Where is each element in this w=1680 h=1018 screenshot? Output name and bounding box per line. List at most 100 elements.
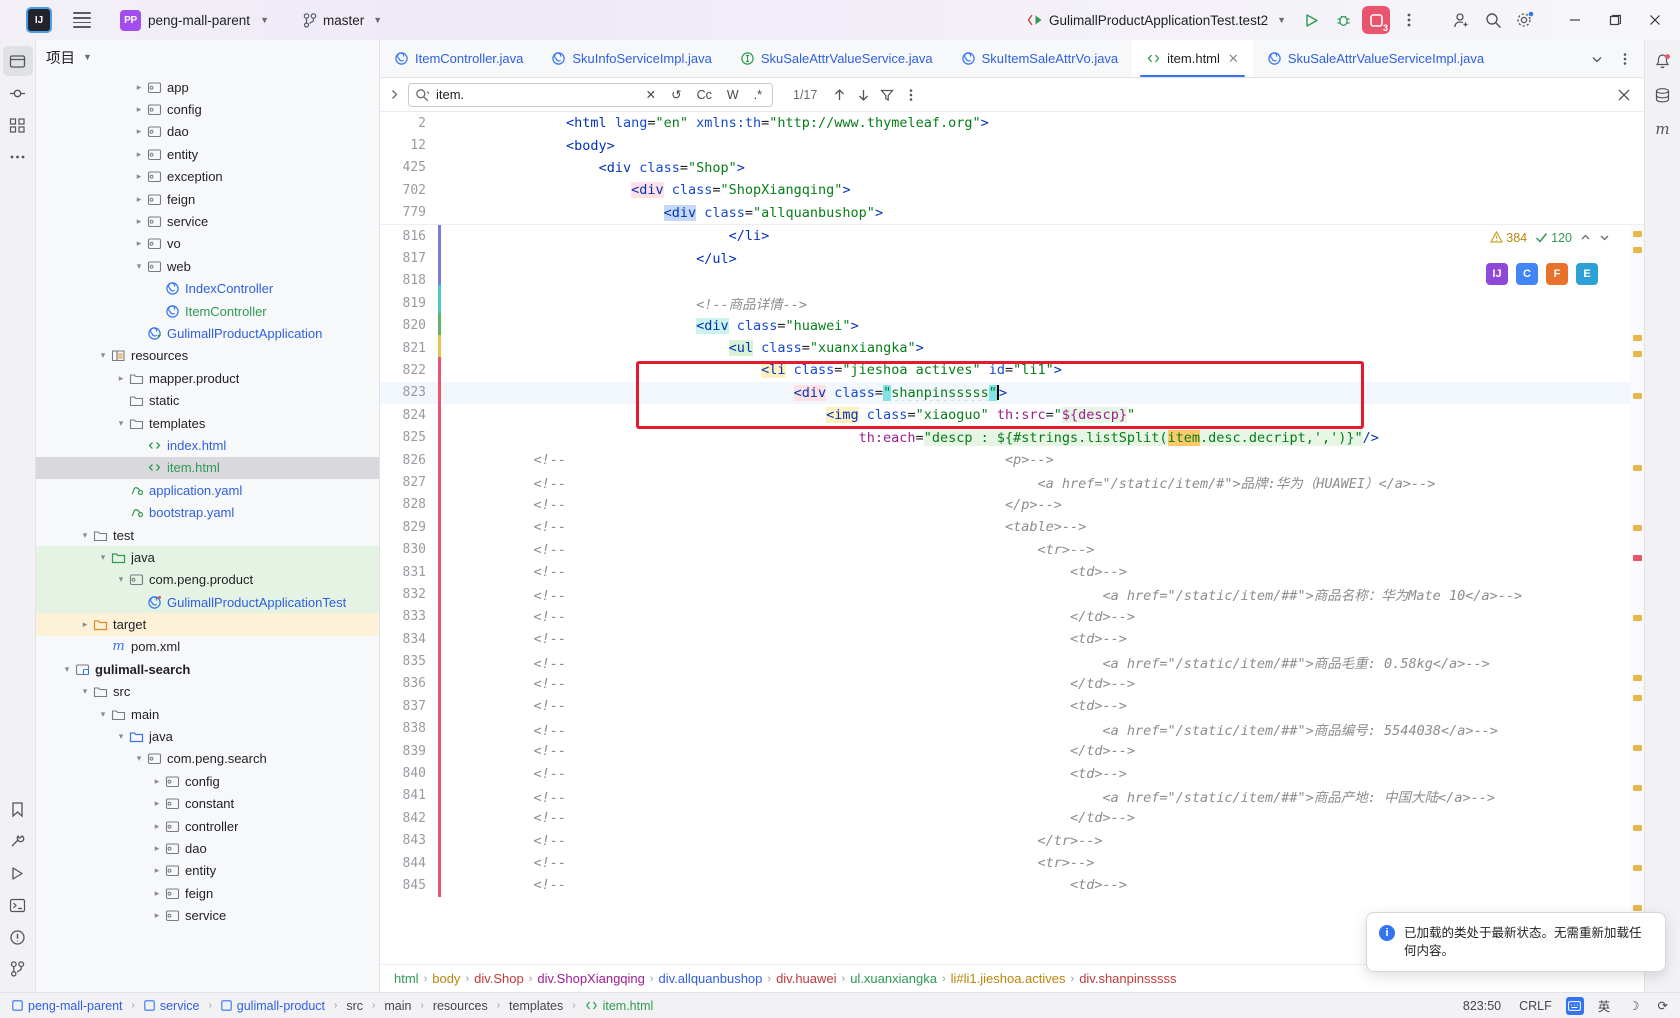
debug-button[interactable] (1330, 7, 1356, 33)
keyboard-icon[interactable] (1565, 996, 1584, 1015)
chevron-right-icon[interactable]: ▸ (132, 171, 146, 182)
chevron-down-icon[interactable]: ▾ (114, 731, 128, 742)
tree-node-target[interactable]: ▸ target (36, 613, 379, 636)
chevron-down-icon[interactable]: ▾ (114, 574, 128, 585)
tree-node-test[interactable]: ▾ test (36, 524, 379, 546)
chevron-right-icon[interactable]: ▸ (150, 888, 164, 899)
code-line[interactable]: 823 <div class="shanpinsssss" > (380, 381, 1644, 405)
chevron-down-icon[interactable]: ▾ (78, 686, 92, 697)
tree-node-main[interactable]: ▾ main (36, 703, 379, 725)
status-path-segment[interactable]: peng-mall-parent (8, 997, 127, 1015)
chevron-down-icon[interactable]: ▾ (132, 261, 146, 272)
code-line[interactable]: 2 <html lang="en" xmlns:th="http://www.t… (380, 112, 1644, 134)
tree-node-index-html[interactable]: index.html (36, 434, 379, 456)
main-menu-icon[interactable] (70, 8, 94, 32)
find-bar[interactable]: ✕ ↺ Cc W .* 1/17 (380, 78, 1644, 112)
chevron-right-icon[interactable]: ▸ (132, 149, 146, 160)
code-line[interactable]: 838 <!-- <a href="/static/item/##">商品编号:… (380, 718, 1644, 740)
project-tool-button[interactable] (2, 46, 33, 76)
caret-position[interactable]: 823:50 (1459, 997, 1505, 1015)
code-line[interactable]: 824 <img class="xiaoguo" th:src="${descp… (380, 404, 1644, 426)
project-tree[interactable]: ▸ app ▸ config ▸ dao ▸ entity ▸ exception ▸ feign ▸ s… (36, 74, 379, 992)
code-line[interactable]: 840 <!-- <td>--> (380, 762, 1644, 784)
run-configuration-selector[interactable]: GulimallProductApplicationTest.test2 ▼ (1021, 10, 1292, 31)
chevron-down-icon[interactable]: ▾ (114, 418, 128, 429)
tree-node-service[interactable]: ▸ service (36, 210, 379, 232)
maximize-window-button[interactable] (1598, 5, 1632, 35)
minimize-window-button[interactable] (1558, 5, 1592, 35)
chevron-right-icon[interactable]: ▸ (150, 865, 164, 876)
code-line[interactable]: 821 <ul class="xuanxiangka"> (380, 337, 1644, 359)
status-path-segment[interactable]: gulimall-product (217, 997, 329, 1015)
chevron-down-icon[interactable]: ▾ (78, 530, 92, 541)
chevron-right-icon[interactable]: ▸ (132, 194, 146, 205)
commit-tool-button[interactable] (3, 78, 33, 108)
status-path-segment[interactable]: item.html (581, 997, 658, 1015)
chevron-right-icon[interactable]: ▸ (132, 104, 146, 115)
close-window-button[interactable] (1638, 5, 1672, 35)
tree-node-vo[interactable]: ▸ vo (36, 233, 379, 255)
tree-node-gulimall-search[interactable]: ▾ gulimall-search (36, 658, 379, 680)
tree-node-constant[interactable]: ▸ constant (36, 793, 379, 815)
code-line[interactable]: 702 <div class="ShopXiangqing"> (380, 179, 1644, 201)
tree-node-web[interactable]: ▾ web (36, 255, 379, 277)
more-actions-button[interactable] (1396, 7, 1422, 33)
chevron-right-icon[interactable]: ▸ (150, 843, 164, 854)
git-tool-button[interactable] (3, 954, 33, 984)
editor-options-button[interactable] (1612, 46, 1638, 72)
search-input[interactable] (436, 87, 635, 102)
code-line[interactable]: 844 <!-- <tr>--> (380, 852, 1644, 874)
chevron-right-icon[interactable]: ▸ (150, 910, 164, 921)
tree-node-dao[interactable]: ▸ dao (36, 837, 379, 859)
filter-button[interactable] (875, 83, 899, 107)
chevron-right-icon[interactable]: ▸ (150, 821, 164, 832)
code-line[interactable]: 835 <!-- <a href="/static/item/##">商品毛重:… (380, 650, 1644, 672)
tree-node-static[interactable]: static (36, 389, 379, 411)
terminal-tool-button[interactable] (3, 890, 33, 920)
run-button[interactable] (1298, 7, 1324, 33)
next-match-button[interactable] (851, 83, 875, 107)
refresh-icon[interactable]: ⟳ (1654, 996, 1672, 1015)
project-selector[interactable]: PP peng-mall-parent ▼ (114, 7, 275, 34)
notifications-button[interactable] (1648, 46, 1678, 76)
tree-node-mapper-product[interactable]: ▸ mapper.product (36, 367, 379, 389)
intellij-preview-icon[interactable]: IJ (1486, 262, 1508, 285)
previous-match-button[interactable] (827, 83, 851, 107)
chevron-right-icon[interactable]: ▸ (150, 776, 164, 787)
tree-node-itemcontroller[interactable]: ItemController (36, 300, 379, 322)
breadcrumb-item[interactable]: li#li1.jieshoa.actives (951, 971, 1066, 986)
tree-node-dao[interactable]: ▸ dao (36, 121, 379, 143)
chevron-down-icon[interactable]: ▾ (60, 664, 74, 675)
status-path-segment[interactable]: templates (505, 997, 567, 1015)
code-line[interactable]: 818 (380, 270, 1644, 292)
search-history-icon[interactable]: ↺ (667, 85, 685, 104)
breadcrumb-item[interactable]: div.ShopXiangqing (537, 971, 644, 986)
code-line[interactable]: 834 <!-- <td>--> (380, 628, 1644, 650)
code-line[interactable]: 837 <!-- <td>--> (380, 695, 1644, 717)
ok-count[interactable]: 120 (1535, 231, 1572, 245)
code-line[interactable]: 822 <li class="jieshoa actives" id="li1"… (380, 359, 1644, 381)
breadcrumb-item[interactable]: div.shanpinsssss (1079, 971, 1176, 986)
status-path[interactable]: peng-mall-parent › service › gulimall-produc… (8, 997, 657, 1015)
chevron-down-icon[interactable]: ▾ (96, 709, 110, 720)
chevron-down-icon[interactable]: ▾ (96, 350, 110, 361)
code-line[interactable]: 425 <div class="Shop"> (380, 157, 1644, 179)
code-line[interactable]: 816 </li> (380, 225, 1644, 247)
search-everywhere-button[interactable] (1480, 7, 1506, 33)
browser-preview-bar[interactable]: IJ C F E (1486, 262, 1598, 285)
inspection-widget[interactable]: 384 120 (1490, 231, 1610, 245)
words-option[interactable]: W (723, 86, 743, 104)
tree-node-entity[interactable]: ▸ entity (36, 860, 379, 882)
status-path-segment[interactable]: main (380, 997, 415, 1015)
editor-tab-skusaleattrvalueservice-java[interactable]: SkuSaleAttrValueService.java (726, 40, 947, 77)
maven-button[interactable]: m (1648, 114, 1678, 144)
chevron-right-icon[interactable]: ▸ (132, 238, 146, 249)
tree-node-gulimallproductapplicationtest[interactable]: GulimallProductApplicationTest (36, 590, 379, 614)
editor-tab-itemcontroller-java[interactable]: ItemController.java (380, 40, 537, 77)
edge-icon[interactable]: E (1576, 262, 1598, 285)
stop-button[interactable]: 3 (1362, 6, 1390, 34)
find-expand-button[interactable] (380, 89, 408, 100)
tree-node-controller[interactable]: ▸ controller (36, 815, 379, 837)
breadcrumb-item[interactable]: body (432, 971, 460, 986)
account-button[interactable] (1448, 7, 1474, 33)
